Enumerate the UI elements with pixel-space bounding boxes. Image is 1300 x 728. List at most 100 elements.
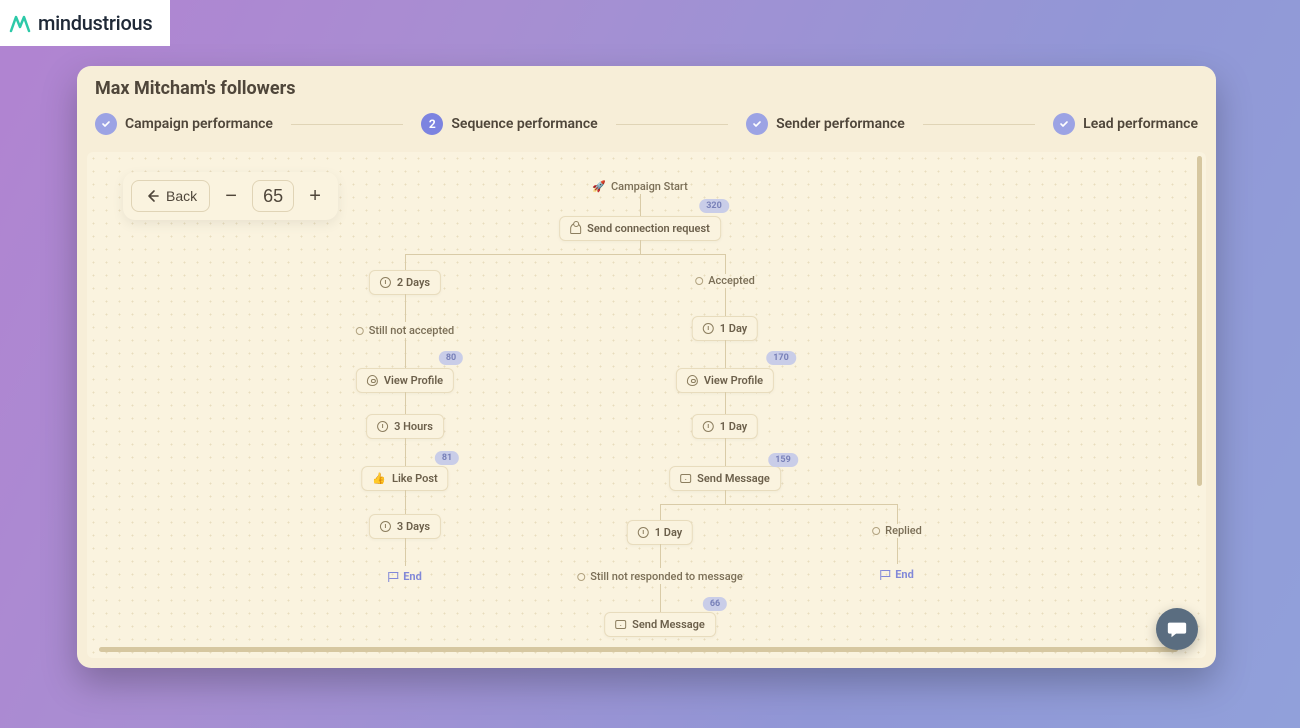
node-label: View Profile (704, 374, 763, 387)
sequence-flow: 🚀 Campaign Start Send connection request… (87, 152, 1206, 658)
brand-name: mindustrious (38, 11, 152, 35)
node-label: Send Message (697, 472, 770, 485)
check-icon (746, 113, 768, 135)
connector (405, 338, 406, 368)
connector (640, 194, 641, 216)
connector (897, 504, 898, 524)
step-separator (616, 124, 728, 125)
eye-icon (367, 375, 378, 386)
count-badge: 170 (766, 351, 796, 365)
clock-icon (638, 527, 649, 538)
connector (725, 490, 726, 504)
node-delay-3-hours[interactable]: 3 Hours (366, 414, 444, 439)
node-view-profile-left[interactable]: View Profile (356, 368, 454, 393)
stepper: Campaign performance 2 Sequence performa… (77, 105, 1216, 139)
mail-icon (680, 474, 691, 483)
connector (725, 392, 726, 414)
node-label: 1 Day (720, 420, 747, 433)
connector (725, 438, 726, 466)
dot-icon (356, 327, 364, 335)
condition-label: Replied (885, 524, 922, 537)
condition-label: Still not accepted (369, 324, 454, 337)
condition-label: Accepted (708, 274, 755, 287)
step-separator (291, 124, 403, 125)
rocket-icon: 🚀 (592, 180, 606, 193)
brand-logo: mindustrious (0, 0, 170, 46)
node-delay-1-day-a[interactable]: 1 Day (692, 316, 758, 341)
flow-canvas[interactable]: Back − + 🚀 Campaign Start Send connectio… (87, 152, 1206, 658)
flow-start-label: Campaign Start (611, 180, 688, 193)
count-badge: 66 (703, 597, 727, 611)
mail-icon (615, 620, 626, 629)
node-delay-3-days[interactable]: 3 Days (369, 514, 441, 539)
step-number-badge: 2 (421, 113, 443, 135)
dot-icon (695, 277, 703, 285)
count-badge: 159 (768, 453, 798, 467)
connector (405, 538, 406, 566)
connector (725, 340, 726, 368)
chat-icon (1166, 618, 1188, 640)
node-send-message-a[interactable]: Send Message (669, 466, 781, 491)
connector (725, 288, 726, 316)
connector (405, 254, 725, 255)
count-badge: 81 (435, 451, 459, 465)
clock-icon (380, 521, 391, 532)
person-plus-icon (570, 223, 581, 234)
brand-mark-icon (8, 11, 32, 35)
connector (405, 392, 406, 414)
dot-icon (872, 527, 880, 535)
step-campaign-performance[interactable]: Campaign performance (95, 113, 273, 135)
end-label: End (403, 570, 422, 583)
flag-icon (880, 570, 890, 580)
connector (405, 490, 406, 514)
connector (640, 240, 641, 254)
node-label: Send connection request (587, 222, 710, 235)
node-send-connection[interactable]: Send connection request (559, 216, 721, 241)
node-view-profile-right[interactable]: View Profile (676, 368, 774, 393)
vertical-scrollbar[interactable] (1197, 156, 1202, 486)
step-lead-performance[interactable]: Lead performance (1053, 113, 1198, 135)
node-label: 1 Day (655, 526, 682, 539)
node-label: 2 Days (397, 276, 430, 289)
step-label: Campaign performance (125, 116, 273, 132)
step-sender-performance[interactable]: Sender performance (746, 113, 905, 135)
campaign-panel: Max Mitcham's followers Campaign perform… (77, 66, 1216, 668)
step-label: Lead performance (1083, 116, 1198, 132)
connector (405, 438, 406, 466)
flag-icon (388, 572, 398, 582)
node-delay-1-day-b[interactable]: 1 Day (692, 414, 758, 439)
check-icon (1053, 113, 1075, 135)
connector (405, 294, 406, 322)
node-label: 1 Day (720, 322, 747, 335)
step-separator (923, 124, 1035, 125)
node-delay-2-days[interactable]: 2 Days (369, 270, 441, 295)
clock-icon (380, 277, 391, 288)
end-label: End (895, 568, 914, 581)
support-chat-button[interactable] (1156, 608, 1198, 650)
thumbs-up-icon: 👍 (372, 472, 386, 485)
page-title: Max Mitcham's followers (77, 66, 1216, 105)
count-badge: 320 (699, 199, 729, 213)
flow-end-right: End (880, 568, 914, 581)
dot-icon (577, 573, 585, 581)
flow-end-left: End (388, 570, 422, 583)
node-send-message-b[interactable]: Send Message (604, 612, 716, 637)
node-label: Send Message (632, 618, 705, 631)
eye-icon (687, 375, 698, 386)
condition-label: Still not responded to message (590, 570, 743, 583)
step-label: Sequence performance (451, 116, 597, 132)
node-like-post[interactable]: 👍 Like Post (361, 466, 448, 491)
connector (897, 538, 898, 564)
connector (660, 504, 897, 505)
node-label: Like Post (392, 472, 438, 485)
count-badge: 80 (439, 351, 463, 365)
node-label: 3 Days (397, 520, 430, 533)
node-label: View Profile (384, 374, 443, 387)
clock-icon (703, 323, 714, 334)
check-icon (95, 113, 117, 135)
node-delay-1-day-c[interactable]: 1 Day (627, 520, 693, 545)
horizontal-scrollbar[interactable] (99, 647, 1178, 652)
connector (725, 254, 726, 274)
step-sequence-performance[interactable]: 2 Sequence performance (421, 113, 597, 135)
connector (660, 584, 661, 612)
